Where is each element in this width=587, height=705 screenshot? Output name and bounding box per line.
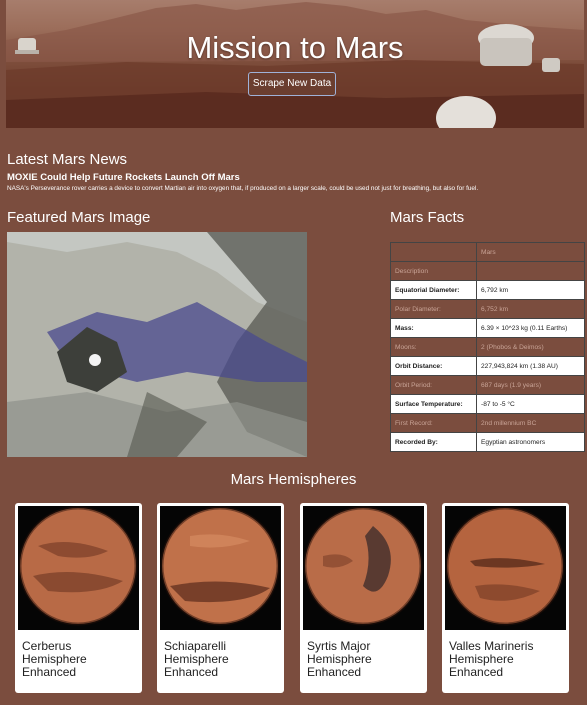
fact-value: 6.39 × 10^23 kg (0.11 Earths) <box>476 318 585 338</box>
hemisphere-title[interactable]: Syrtis Major Hemisphere Enhanced <box>307 640 422 679</box>
featured-image-heading: Featured Mars Image <box>7 209 151 226</box>
hemisphere-card-cerberus[interactable]: Cerberus Hemisphere Enhanced <box>15 503 142 693</box>
fact-label: Description <box>390 261 477 281</box>
table-row: Polar Diameter: 6,752 km <box>390 299 585 319</box>
table-row: First Record: 2nd millennium BC <box>390 413 585 433</box>
hemisphere-image[interactable] <box>303 506 424 630</box>
hemisphere-card-valles-marineris[interactable]: Valles Marineris Hemisphere Enhanced <box>442 503 569 693</box>
hemisphere-title[interactable]: Cerberus Hemisphere Enhanced <box>22 640 137 679</box>
fact-label: Surface Temperature: <box>390 394 477 414</box>
hemisphere-card-syrtis-major[interactable]: Syrtis Major Hemisphere Enhanced <box>300 503 427 693</box>
hemisphere-image[interactable] <box>160 506 281 630</box>
hemisphere-title[interactable]: Valles Marineris Hemisphere Enhanced <box>449 640 564 679</box>
fact-label: Equatorial Diameter: <box>390 280 477 300</box>
table-row: Equatorial Diameter: 6,792 km <box>390 280 585 300</box>
scrape-new-data-button[interactable]: Scrape New Data <box>248 72 336 96</box>
fact-label: First Record: <box>390 413 477 433</box>
fact-label: Orbit Distance: <box>390 356 477 376</box>
table-row: Surface Temperature: -87 to -5 °C <box>390 394 585 414</box>
mars-facts-table: Mars Description Equatorial Diameter: 6,… <box>390 242 585 452</box>
table-row: Mass: 6.39 × 10^23 kg (0.11 Earths) <box>390 318 585 338</box>
fact-value: 687 days (1.9 years) <box>476 375 585 395</box>
fact-value: 227,943,824 km (1.38 AU) <box>476 356 585 376</box>
facts-header-cell <box>390 242 477 262</box>
fact-label: Moons: <box>390 337 477 357</box>
page-title: Mission to Mars <box>186 30 404 65</box>
table-row: Orbit Distance: 227,943,824 km (1.38 AU) <box>390 356 585 376</box>
news-title: MOXIE Could Help Future Rockets Launch O… <box>7 172 240 183</box>
fact-label: Orbit Period: <box>390 375 477 395</box>
hemisphere-image[interactable] <box>445 506 566 630</box>
facts-header-cell: Mars <box>476 242 585 262</box>
facts-header-row: Mars <box>390 242 585 262</box>
news-paragraph: NASA's Perseverance rover carries a devi… <box>7 185 479 192</box>
hemispheres-heading: Mars Hemispheres <box>230 471 357 488</box>
table-row: Moons: 2 (Phobos & Deimos) <box>390 337 585 357</box>
news-heading: Latest Mars News <box>7 151 128 168</box>
featured-mars-image <box>7 232 307 457</box>
fact-value: 2 (Phobos & Deimos) <box>476 337 585 357</box>
hemisphere-card-schiaparelli[interactable]: Schiaparelli Hemisphere Enhanced <box>157 503 284 693</box>
mars-facts-heading: Mars Facts <box>390 209 465 226</box>
fact-value: Egyptian astronomers <box>476 432 585 452</box>
table-row: Description <box>390 261 585 281</box>
hemisphere-image[interactable] <box>18 506 139 630</box>
fact-label: Recorded By: <box>390 432 477 452</box>
fact-value <box>476 261 585 281</box>
fact-value: 2nd millennium BC <box>476 413 585 433</box>
fact-value: 6,752 km <box>476 299 585 319</box>
hemisphere-title[interactable]: Schiaparelli Hemisphere Enhanced <box>164 640 279 679</box>
fact-label: Mass: <box>390 318 477 338</box>
fact-value: -87 to -5 °C <box>476 394 585 414</box>
header-banner: Mission to Mars Scrape New Data <box>6 0 584 128</box>
table-row: Recorded By: Egyptian astronomers <box>390 432 585 452</box>
fact-label: Polar Diameter: <box>390 299 477 319</box>
table-row: Orbit Period: 687 days (1.9 years) <box>390 375 585 395</box>
fact-value: 6,792 km <box>476 280 585 300</box>
